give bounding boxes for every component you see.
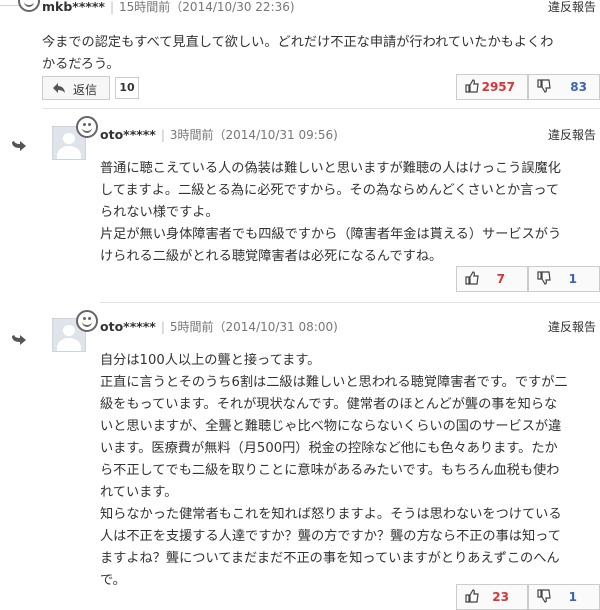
dislike-button[interactable]: 1 (528, 584, 600, 610)
smiley-icon (76, 310, 98, 332)
report-link[interactable]: 違反報告 (548, 126, 596, 143)
comment-text: 今までの認定もすべて見直して欲しい。どれだけ不正な申請が行われていたかもよくわ … (42, 35, 554, 72)
timestamp: 5時間前（2014/10/31 08:00) (169, 320, 338, 334)
comment-meta: oto***** | 5時間前（2014/10/31 08:00) (100, 319, 338, 334)
reply-thread-arrow-icon (12, 335, 26, 345)
thumbs-down-icon (537, 79, 551, 93)
like-button[interactable]: 7 (456, 266, 528, 292)
username[interactable]: oto***** (100, 127, 156, 142)
thumbs-down-icon (537, 589, 551, 603)
reply-count[interactable]: 10 (115, 77, 139, 99)
comment-text: 普通に聴こえている人の偽装は難しいと思いますが難聴の人はけっこう誤魔化 してます… (100, 161, 562, 264)
timestamp: 3時間前（2014/10/31 09:56) (169, 128, 338, 142)
username[interactable]: oto***** (100, 319, 156, 334)
thumbs-up-icon (465, 79, 479, 93)
reply-button[interactable]: 返信 (42, 76, 110, 100)
dislike-button[interactable]: 1 (528, 266, 600, 292)
report-link[interactable]: 違反報告 (548, 0, 596, 15)
smiley-icon (18, 0, 40, 12)
dislike-button[interactable]: 83 (528, 74, 600, 100)
report-link[interactable]: 違反報告 (548, 318, 596, 335)
like-button[interactable]: 23 (456, 584, 528, 610)
username[interactable]: mkb***** (42, 0, 105, 14)
reply-thread-arrow-icon (12, 141, 26, 151)
timestamp: 15時間前（2014/10/30 22:36) (119, 0, 295, 14)
thumbs-up-icon (465, 271, 479, 285)
comment-meta: mkb***** | 15時間前（2014/10/30 22:36) (42, 0, 295, 14)
comment-meta: oto***** | 3時間前（2014/10/31 09:56) (100, 127, 338, 142)
thumbs-down-icon (537, 271, 551, 285)
reply-arrow-icon (53, 83, 65, 93)
thumbs-up-icon (465, 589, 479, 603)
comment-text: 自分は100人以上の聾と接ってます。 正直に言うとそのうち6割は二級は難しいと思… (100, 353, 568, 588)
divider (100, 302, 600, 303)
smiley-icon (76, 116, 98, 138)
divider (42, 108, 600, 109)
like-button[interactable]: 2957 (456, 74, 528, 100)
